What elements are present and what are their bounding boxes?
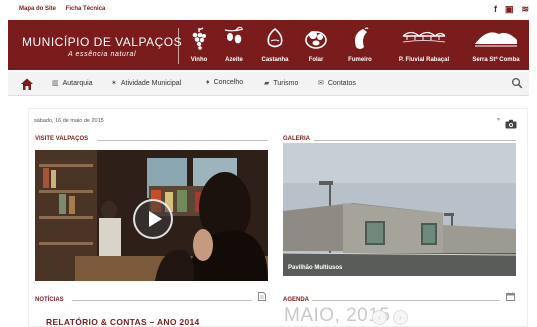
nav-item-autarquia[interactable]: ▥ Autarquia bbox=[52, 79, 93, 88]
product-label: Serra Stª Comba bbox=[472, 57, 520, 63]
nav-label: Atividade Municipal bbox=[120, 79, 182, 87]
product-label: P. Fluvial Rabaçal bbox=[398, 57, 450, 63]
person-icon: ✶ bbox=[111, 80, 117, 87]
rss-icon[interactable]: ≋ bbox=[521, 4, 529, 15]
envelope-icon: ✉ bbox=[318, 80, 324, 87]
search-icon[interactable] bbox=[511, 77, 523, 89]
section-title-noticias: NOTÍCIAS bbox=[35, 297, 64, 303]
product-label: Azeite bbox=[225, 57, 243, 63]
nav-item-concelho[interactable]: ♦ Concelho bbox=[206, 79, 243, 86]
nav-label: Concelho bbox=[213, 79, 244, 86]
section-title-agenda: AGENDA bbox=[283, 297, 310, 303]
product-fumeiro[interactable]: Fumeiro bbox=[342, 20, 378, 70]
home-icon[interactable] bbox=[20, 77, 34, 91]
product-label: Castanha bbox=[261, 57, 289, 63]
bridge-icon bbox=[402, 31, 446, 43]
product-vinho[interactable]: Vinho bbox=[186, 20, 212, 70]
facebook-icon[interactable]: f bbox=[494, 4, 497, 15]
section-rule bbox=[312, 300, 500, 301]
product-label: Folar bbox=[308, 57, 324, 63]
nav-item-contatos[interactable]: ✉ Contatos bbox=[318, 79, 356, 88]
main-navigation: ▥ Autarquia ✶ Atividade Municipal ♦ Conc… bbox=[8, 72, 529, 96]
nav-item-turismo[interactable]: ▰ Turismo bbox=[264, 79, 299, 88]
nav-item-atividade-municipal[interactable]: ✶ Atividade Municipal bbox=[111, 79, 182, 88]
site-title: MUNICÍPIO DE VALPAÇOS bbox=[22, 35, 183, 49]
document-icon[interactable] bbox=[258, 292, 266, 301]
product-serra[interactable]: Serra Stª Comba bbox=[466, 20, 526, 70]
news-headline[interactable]: RELATÓRIO & CONTAS – ANO 2014 bbox=[46, 317, 200, 327]
section-rule bbox=[314, 140, 516, 141]
utility-links: Mapa do Site Ficha Técnica bbox=[19, 6, 113, 12]
section-rule bbox=[72, 300, 252, 301]
calendar-icon[interactable] bbox=[506, 292, 515, 301]
section-title-galeria: GALERIA bbox=[283, 136, 310, 142]
camera-icon[interactable] bbox=[505, 119, 517, 129]
youtube-icon[interactable]: ▣ bbox=[505, 4, 514, 15]
building-icon: ▥ bbox=[52, 80, 59, 87]
map-pin-icon: ♦ bbox=[206, 79, 210, 86]
nav-label: Contatos bbox=[327, 79, 356, 87]
gallery-caption: Pavilhão Multiusos bbox=[288, 265, 343, 271]
sitemap-link[interactable]: Mapa do Site bbox=[19, 6, 56, 12]
product-azeite[interactable]: Azeite bbox=[220, 20, 248, 70]
header-divider bbox=[178, 28, 179, 64]
book-icon: ▰ bbox=[264, 80, 270, 87]
sausage-icon bbox=[354, 27, 369, 49]
olive-icon bbox=[224, 26, 244, 44]
folar-bread-icon bbox=[305, 31, 327, 49]
mountain-icon bbox=[475, 32, 517, 47]
play-button[interactable] bbox=[133, 199, 173, 239]
gallery-slideshow[interactable]: Pavilhão Multiusos bbox=[283, 143, 516, 276]
gallery-image bbox=[283, 143, 516, 276]
site-header: MUNICÍPIO DE VALPAÇOS A essência natural… bbox=[8, 20, 529, 70]
site-tagline: A essência natural bbox=[67, 51, 137, 58]
social-links: f ▣ ≋ bbox=[494, 4, 529, 15]
grape-icon bbox=[192, 27, 206, 50]
product-label: Fumeiro bbox=[348, 57, 372, 63]
agenda-next-button[interactable]: › bbox=[393, 310, 408, 325]
site-logo[interactable]: MUNICÍPIO DE VALPAÇOS A essência natural bbox=[22, 35, 182, 58]
section-title-visite: VISITE VALPAÇOS bbox=[35, 136, 89, 142]
nav-label: Autarquia bbox=[62, 79, 93, 87]
chestnut-icon bbox=[267, 27, 283, 48]
product-folar[interactable]: Folar bbox=[303, 20, 329, 70]
dropdown-caret-icon[interactable]: ▾ bbox=[497, 116, 500, 123]
agenda-prev-button[interactable]: ‹ bbox=[372, 310, 387, 325]
top-utility-bar: Mapa do Site Ficha Técnica f ▣ ≋ bbox=[0, 0, 537, 20]
technical-sheet-link[interactable]: Ficha Técnica bbox=[66, 6, 106, 12]
product-label: Vinho bbox=[190, 57, 208, 63]
product-praia-fluvial[interactable]: P. Fluvial Rabaçal bbox=[390, 20, 458, 70]
section-rule bbox=[97, 140, 268, 141]
video-player[interactable] bbox=[35, 150, 268, 281]
nav-label: Turismo bbox=[273, 79, 299, 87]
current-date: sábado, 16 de maio de 2015 bbox=[34, 118, 104, 124]
play-icon bbox=[149, 211, 162, 227]
product-castanha[interactable]: Castanha bbox=[258, 20, 292, 70]
